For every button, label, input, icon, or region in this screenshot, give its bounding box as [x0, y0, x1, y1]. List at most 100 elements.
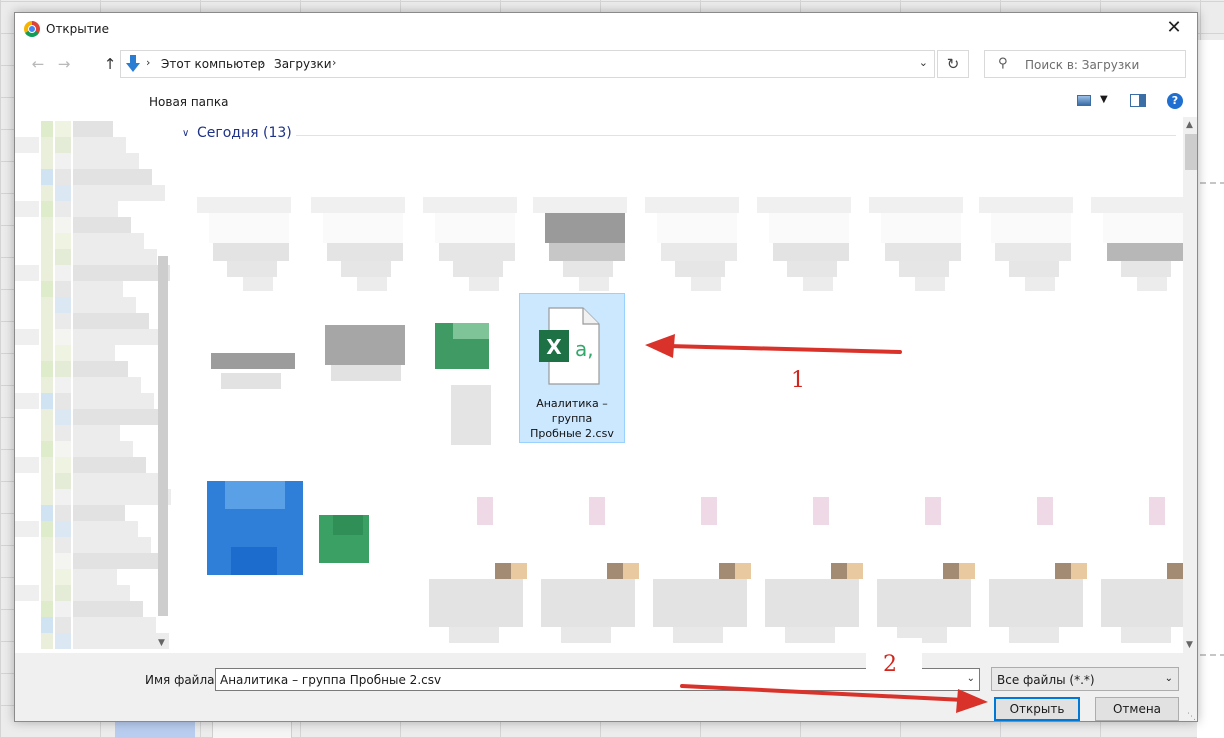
navigation-pane-scrollbar[interactable]: ▼ — [155, 120, 171, 648]
file-name-blur — [989, 579, 1083, 627]
file-type-select[interactable]: Все файлы (*.*) ⌄ — [991, 667, 1179, 691]
scrollbar-thumb[interactable] — [1185, 134, 1197, 170]
nav-item-icon — [41, 217, 53, 233]
nav-item-icon — [55, 617, 71, 633]
dialog-title: Открытие — [46, 22, 109, 36]
file-thumbnail — [197, 197, 291, 213]
nav-item-icon — [55, 521, 71, 537]
file-name-blur — [1137, 277, 1167, 291]
file-name-blur — [1101, 579, 1183, 627]
svg-text:X: X — [546, 335, 562, 359]
resize-grip-icon[interactable]: ⋱ — [1187, 712, 1196, 722]
search-icon: ⚲ — [998, 56, 1008, 71]
nav-item-icon — [41, 617, 53, 633]
image-thumbnail — [959, 563, 975, 579]
nav-item-icon — [55, 441, 71, 457]
nav-item-icon — [55, 249, 71, 265]
file-name-blur — [691, 277, 721, 291]
file-name-blur — [1025, 277, 1055, 291]
image-thumbnail — [1149, 497, 1165, 525]
image-thumbnail — [495, 563, 511, 579]
breadcrumb-downloads[interactable]: Загрузки — [274, 57, 332, 71]
group-collapse-icon[interactable]: ∨ — [182, 128, 189, 139]
chevron-down-icon[interactable]: ⌄ — [967, 673, 975, 684]
help-icon[interactable]: ? — [1167, 93, 1183, 109]
title-bar: Открытие ✕ — [15, 13, 1197, 45]
breadcrumb-separator[interactable]: › — [332, 56, 336, 69]
file-thumbnail — [657, 213, 737, 243]
file-type-value: Все файлы (*.*) — [997, 673, 1095, 687]
breadcrumb-this-pc[interactable]: Этот компьютер — [161, 57, 265, 71]
chevron-down-icon[interactable]: ▼ — [1100, 94, 1108, 105]
group-divider — [296, 135, 1176, 136]
nav-item-label — [73, 617, 156, 633]
cancel-button[interactable]: Отмена — [1095, 697, 1179, 721]
nav-item-icon — [55, 537, 71, 553]
refresh-button[interactable]: ↻ — [937, 50, 969, 78]
open-file-dialog: Открытие ✕ ← → ↑ › Этот компьютер › Загр… — [14, 12, 1198, 722]
nav-item-label — [73, 457, 146, 473]
nav-item-icon — [41, 409, 53, 425]
forward-button[interactable]: → — [53, 53, 75, 75]
file-thumbnail — [533, 197, 627, 213]
annotation-step-2: 2 — [883, 652, 897, 677]
nav-item-label — [73, 233, 144, 249]
search-input[interactable]: ⚲ Поиск в: Загрузки — [984, 50, 1186, 78]
scroll-down-arrow[interactable]: ▼ — [1186, 640, 1193, 650]
bottom-bar: Имя файла: Аналитика – группа Пробные 2.… — [15, 653, 1197, 721]
scrollbar-thumb[interactable] — [158, 256, 168, 616]
navigation-pane[interactable] — [15, 117, 171, 653]
file-thumbnail — [311, 197, 405, 213]
nav-item-icon — [41, 441, 53, 457]
nav-item-icon — [41, 569, 53, 585]
up-button[interactable]: ↑ — [99, 53, 121, 75]
file-name-blur — [211, 353, 295, 369]
image-thumbnail — [701, 497, 717, 525]
chevron-down-icon[interactable]: ⌄ — [919, 56, 928, 69]
close-button[interactable]: ✕ — [1151, 13, 1197, 45]
nav-item-icon — [41, 489, 53, 505]
nav-item-icon — [41, 329, 53, 345]
file-name-blur — [1121, 627, 1171, 643]
nav-item-icon — [41, 169, 53, 185]
file-list-scrollbar[interactable]: ▲ ▼ — [1183, 117, 1197, 653]
preview-pane-icon[interactable] — [1130, 94, 1146, 107]
nav-item-icon — [41, 377, 53, 393]
nav-item-icon — [41, 153, 53, 169]
file-thumbnail — [869, 197, 963, 213]
nav-item-icon — [41, 281, 53, 297]
breadcrumb-separator: › — [146, 56, 151, 69]
nav-item-icon — [41, 633, 53, 649]
file-name-blur — [563, 261, 613, 277]
change-view-icon[interactable] — [1077, 95, 1091, 106]
nav-item-icon — [41, 361, 53, 377]
file-name-blur — [561, 627, 611, 643]
nav-item-icon — [41, 473, 53, 489]
nav-item-icon — [55, 297, 71, 313]
scroll-down-arrow[interactable]: ▼ — [158, 638, 165, 648]
nav-item-label — [15, 393, 39, 409]
open-button[interactable]: Открыть — [994, 697, 1080, 721]
scroll-up-arrow[interactable]: ▲ — [1186, 120, 1193, 130]
chevron-down-icon[interactable]: ⌄ — [1165, 673, 1173, 684]
nav-item-icon — [55, 281, 71, 297]
nav-item-icon — [55, 457, 71, 473]
nav-item-label — [73, 281, 123, 297]
filename-value[interactable]: Аналитика – группа Пробные 2.csv — [220, 673, 441, 687]
image-thumbnail — [943, 563, 959, 579]
group-header[interactable]: Сегодня (13) — [197, 125, 292, 141]
nav-item-icon — [55, 425, 71, 441]
svg-text:a,: a, — [575, 337, 594, 361]
background-dashed-line — [1200, 182, 1224, 184]
nav-item-label — [15, 201, 39, 217]
address-bar[interactable]: › Этот компьютер › Загрузки › ⌄ — [120, 50, 935, 78]
back-button[interactable]: ← — [27, 53, 49, 75]
nav-item-icon — [41, 521, 53, 537]
selected-file-tile[interactable]: X a, Аналитика – группа Пробные 2.csv — [519, 293, 625, 443]
nav-item-label — [73, 569, 117, 585]
nav-item-icon — [41, 137, 53, 153]
nav-item-label — [73, 521, 138, 537]
file-thumbnail — [757, 197, 851, 213]
new-folder-button[interactable]: Новая папка — [149, 95, 228, 109]
file-name-blur — [439, 243, 515, 261]
